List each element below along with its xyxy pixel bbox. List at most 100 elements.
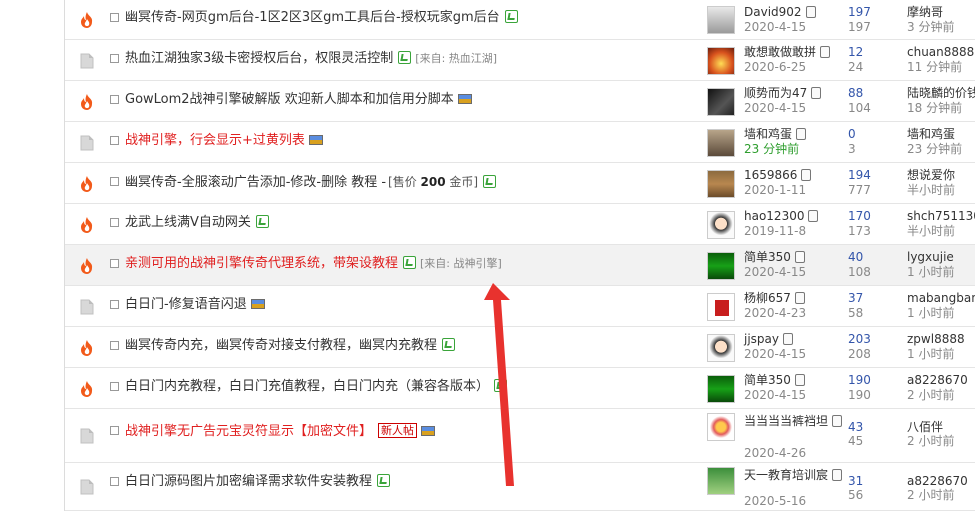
select-checkbox[interactable]	[110, 54, 119, 63]
thread-title-link[interactable]: 热血江湖独家3级卡密授权后台，权限灵活控制	[125, 51, 393, 66]
thread-title-link[interactable]: 亲测可用的战神引擎传奇代理系统，带架设教程	[125, 256, 398, 271]
thread-row[interactable]: 白日门-修复语音闪退 杨柳6572020-4-23 3758 mabangbang1 …	[65, 286, 975, 327]
author-avatar[interactable]	[707, 467, 735, 495]
author-name-line: 简单350	[744, 373, 805, 387]
last-post-time[interactable]: 2 小时前	[907, 434, 954, 448]
author-avatar[interactable]	[707, 293, 735, 321]
last-poster-link[interactable]: 墙和鸡蛋	[907, 127, 955, 141]
author-avatar[interactable]	[707, 252, 735, 280]
thread-title-link[interactable]: 幽冥传奇-全服滚动广告添加-修改-删除 教程 -	[125, 175, 386, 190]
thread-title-link[interactable]: 战神引擎，行会显示+过黄列表	[125, 133, 305, 148]
thread-row[interactable]: 白日门源码图片加密编译需求软件安装教程 天一教育培训宸 2020-5-16 31 56 a…	[65, 463, 975, 511]
last-poster-link[interactable]: a8228670	[907, 373, 968, 387]
thread-row[interactable]: 幽冥传奇内充，幽冥传奇对接支付教程，幽冥内充教程 jjspay 2020-4-15 2…	[65, 327, 975, 368]
last-poster-link[interactable]: mabangbang	[907, 291, 975, 305]
author-avatar[interactable]	[707, 334, 735, 362]
author-avatar[interactable]	[707, 413, 735, 441]
thread-row[interactable]: 热血江湖独家3级卡密授权后台，权限灵活控制 [来自: 热血江湖] 敢想敢做敢拼 202…	[65, 40, 975, 81]
last-poster-link[interactable]: zpwl8888	[907, 332, 965, 346]
thread-row[interactable]: 幽冥传奇-网页gm后台-1区2区3区gm工具后台-授权玩家gm后台 David90…	[65, 0, 975, 40]
select-checkbox[interactable]	[110, 382, 119, 391]
thread-title-link[interactable]: 龙武上线满V自动网关	[125, 215, 251, 230]
last-post-time[interactable]: 半小时前	[907, 224, 955, 238]
reply-count[interactable]: 88	[848, 86, 863, 100]
last-post-time[interactable]: 3 分钟前	[907, 20, 954, 34]
select-checkbox[interactable]	[110, 95, 119, 104]
thread-title-link[interactable]: 白日门源码图片加密编译需求软件安装教程	[125, 474, 372, 489]
author-name-link[interactable]: jjspay	[744, 332, 779, 346]
last-poster-link[interactable]: chuan8888	[907, 45, 974, 59]
thread-row[interactable]: 幽冥传奇-全服滚动广告添加-修改-删除 教程 - [售价 200 金币] 16598…	[65, 163, 975, 204]
thread-title-link[interactable]: 幽冥传奇-网页gm后台-1区2区3区gm工具后台-授权玩家gm后台	[125, 10, 500, 25]
last-post-time[interactable]: 1 小时前	[907, 265, 954, 279]
select-checkbox[interactable]	[110, 341, 119, 350]
last-post-time[interactable]: 1 小时前	[907, 306, 954, 320]
reply-count[interactable]: 40	[848, 250, 863, 264]
last-poster-link[interactable]: 想说爱你	[907, 168, 955, 182]
select-checkbox[interactable]	[110, 218, 119, 227]
reply-count[interactable]: 170	[848, 209, 871, 223]
author-name-link[interactable]: 1659866	[744, 168, 797, 182]
reply-count[interactable]: 31	[848, 474, 863, 488]
thread-title-link[interactable]: 战神引擎无广告元宝灵符显示【加密文件】	[125, 424, 372, 439]
thread-row[interactable]: 龙武上线满V自动网关 hao12300 2019-11-8 170 173 shch751…	[65, 204, 975, 245]
author-avatar[interactable]	[707, 211, 735, 239]
thread-title-link[interactable]: 幽冥传奇内充，幽冥传奇对接支付教程，幽冥内充教程	[125, 338, 437, 353]
last-poster-link[interactable]: 摩纳哥	[907, 5, 943, 19]
select-checkbox[interactable]	[110, 426, 119, 435]
select-checkbox[interactable]	[110, 300, 119, 309]
reply-count[interactable]: 43	[848, 420, 863, 434]
reply-count[interactable]: 37	[848, 291, 863, 305]
thread-title-link[interactable]: 白日门内充教程，白日门充值教程，白日门内充（兼容各版本）	[125, 379, 489, 394]
author-name-link[interactable]: 敢想敢做敢拼	[744, 45, 816, 59]
select-checkbox[interactable]	[110, 259, 119, 268]
author-name-link[interactable]: 墙和鸡蛋	[744, 127, 792, 141]
author-name-link[interactable]: David902	[744, 5, 802, 19]
source-forum-link[interactable]: [来自: 热血江湖]	[415, 52, 497, 65]
author-avatar[interactable]	[707, 129, 735, 157]
select-checkbox[interactable]	[110, 136, 119, 145]
thread-title-link[interactable]: GowLom2战神引擎破解版 欢迎新人脚本和加信用分脚本	[125, 92, 454, 107]
thread-row[interactable]: 战神引擎，行会显示+过黄列表 墙和鸡蛋 23 分钟前 0 3 墙和鸡蛋 23 分钟前	[65, 122, 975, 163]
author-avatar[interactable]	[707, 47, 735, 75]
author-avatar[interactable]	[707, 170, 735, 198]
source-forum-link[interactable]: [来自: 战神引擎]	[420, 257, 502, 270]
reply-count[interactable]: 203	[848, 332, 871, 346]
thread-title-link[interactable]: 白日门-修复语音闪退	[125, 297, 247, 312]
author-name-link[interactable]: 简单350	[744, 373, 791, 387]
author-name-link[interactable]: 杨柳657	[744, 291, 791, 305]
last-poster-link[interactable]: shch751130	[907, 209, 975, 223]
thread-row[interactable]: 白日门内充教程，白日门充值教程，白日门内充（兼容各版本） 简单350 2020-4-…	[65, 368, 975, 409]
select-checkbox[interactable]	[110, 477, 119, 486]
reply-count[interactable]: 12	[848, 45, 863, 59]
last-post-time[interactable]: 11 分钟前	[907, 60, 962, 74]
reply-count[interactable]: 197	[848, 5, 871, 19]
last-post-time[interactable]: 1 小时前	[907, 347, 954, 361]
author-name-link[interactable]: 当当当当裤裆坦	[744, 414, 828, 428]
select-checkbox[interactable]	[110, 13, 119, 22]
thread-row[interactable]: 亲测可用的战神引擎传奇代理系统，带架设教程 [来自: 战神引擎] 简单350 2020…	[65, 245, 975, 286]
last-post-time[interactable]: 2 小时前	[907, 388, 954, 402]
author-avatar[interactable]	[707, 375, 735, 403]
last-poster-link[interactable]: 陆晓麟的价钱	[907, 86, 975, 100]
author-name-link[interactable]: hao12300	[744, 209, 804, 223]
author-name-link[interactable]: 顺势而为47	[744, 86, 807, 100]
last-poster-link[interactable]: lygxujie	[907, 250, 954, 264]
thread-row[interactable]: GowLom2战神引擎破解版 欢迎新人脚本和加信用分脚本 顺势而为47 2020-4…	[65, 81, 975, 122]
author-avatar[interactable]	[707, 88, 735, 116]
last-post-time[interactable]: 半小时前	[907, 183, 955, 197]
last-post-time[interactable]: 2 小时前	[907, 488, 954, 502]
last-poster-link[interactable]: 八佰伴	[907, 420, 943, 434]
reply-count[interactable]: 194	[848, 168, 871, 182]
last-poster-link[interactable]: a8228670	[907, 474, 968, 488]
author-avatar[interactable]	[707, 6, 735, 34]
reply-count[interactable]: 0	[848, 127, 856, 141]
hot-thread-icon	[78, 257, 96, 275]
select-checkbox[interactable]	[110, 177, 119, 186]
author-name-link[interactable]: 天一教育培训宸	[744, 468, 828, 482]
thread-row[interactable]: 战神引擎无广告元宝灵符显示【加密文件】 新人帖 当当当当裤裆坦 2020-4-26 43…	[65, 409, 975, 463]
last-post-time[interactable]: 23 分钟前	[907, 142, 962, 156]
author-name-link[interactable]: 简单350	[744, 250, 791, 264]
reply-count[interactable]: 190	[848, 373, 871, 387]
last-post-time[interactable]: 18 分钟前	[907, 101, 962, 115]
